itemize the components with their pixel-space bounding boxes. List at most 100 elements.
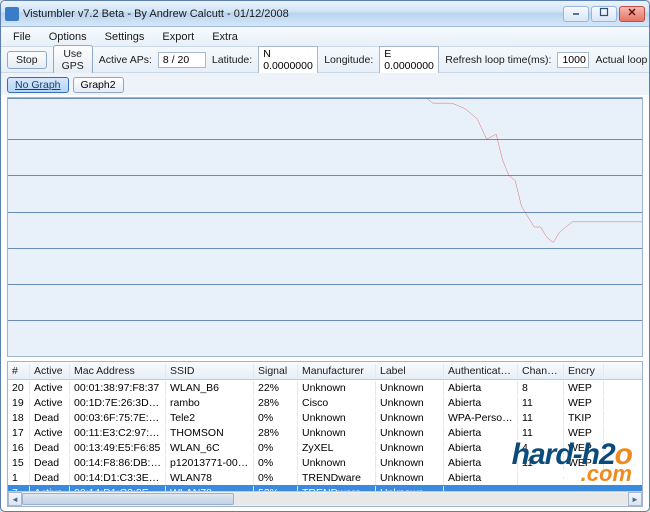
table-row[interactable]: 20Active00:01:38:97:F8:37WLAN_B622%Unkno… [8, 380, 642, 395]
cell: 15 [8, 456, 30, 470]
cell: 00:1D:7E:26:3D:04 [70, 396, 166, 410]
table-row[interactable]: 16Dead00:13:49:E5:F6:85WLAN_6C0%ZyXELUnk… [8, 440, 642, 455]
menu-options[interactable]: Options [41, 29, 95, 45]
cell: Dead [30, 471, 70, 485]
col-ssid[interactable]: SSID [166, 364, 254, 378]
refresh-loop-value[interactable]: 1000 [557, 52, 589, 68]
stop-button[interactable]: Stop [7, 51, 47, 69]
menubar: File Options Settings Export Extra [1, 27, 649, 47]
col-auth[interactable]: Authentication [444, 364, 518, 378]
cell: Dead [30, 456, 70, 470]
cell [518, 477, 564, 479]
cell: WLAN_B6 [166, 381, 254, 395]
cell: Unknown [376, 456, 444, 470]
col-signal[interactable]: Signal [254, 364, 298, 378]
cell: ZyXEL [298, 441, 376, 455]
scroll-thumb[interactable] [22, 493, 234, 505]
cell: Abierta [444, 426, 518, 440]
cell: Dead [30, 411, 70, 425]
cell: Unknown [376, 381, 444, 395]
cell: Abierta [444, 456, 518, 470]
cell: Unknown [376, 411, 444, 425]
cell: Abierta [444, 381, 518, 395]
tab-no-graph[interactable]: No Graph [7, 77, 69, 93]
menu-settings[interactable]: Settings [97, 29, 153, 45]
cell: WPA-Personal [444, 411, 518, 425]
cell: WEP [564, 381, 604, 395]
refresh-loop-label: Refresh loop time(ms): [445, 54, 551, 66]
cell: 00:14:D1:C3:3E:D9 [70, 471, 166, 485]
active-aps-label: Active APs: [99, 54, 152, 66]
table-row[interactable]: 19Active00:1D:7E:26:3D:04rambo28%CiscoUn… [8, 395, 642, 410]
cell: Unknown [376, 471, 444, 485]
cell: Abierta [444, 471, 518, 485]
cell: 11 [518, 411, 564, 425]
cell: Unknown [298, 456, 376, 470]
col-manufacturer[interactable]: Manufacturer [298, 364, 376, 378]
cell: 00:03:6F:75:7E:CC [70, 411, 166, 425]
use-gps-button[interactable]: Use GPS [53, 45, 93, 75]
cell: 8 [518, 381, 564, 395]
cell: Cisco [298, 396, 376, 410]
cell: WLAN_6C [166, 441, 254, 455]
cell: 00:13:49:E5:F6:85 [70, 441, 166, 455]
cell: 22% [254, 381, 298, 395]
cell: Unknown [298, 381, 376, 395]
table-row[interactable]: 1Dead00:14:D1:C3:3E:D9WLAN780%TRENDwareU… [8, 470, 642, 485]
cell: p12013771-0023 [166, 456, 254, 470]
cell: Tele2 [166, 411, 254, 425]
cell: Unknown [376, 396, 444, 410]
cell: 4 [518, 441, 564, 455]
active-aps-value: 8 / 20 [158, 52, 206, 68]
col-active[interactable]: Active [30, 364, 70, 378]
graph-area[interactable] [7, 97, 643, 357]
cell: 18 [8, 411, 30, 425]
longitude-label: Longitude: [324, 54, 373, 66]
col-label[interactable]: Label [376, 364, 444, 378]
table-row[interactable]: 17Active00:11:E3:C2:97:BETHOMSON28%Unkno… [8, 425, 642, 440]
cell: WEP [564, 426, 604, 440]
cell: 00:11:E3:C2:97:BE [70, 426, 166, 440]
horizontal-scrollbar[interactable]: ◄ ► [8, 491, 642, 506]
signal-line-chart [8, 98, 642, 356]
cell: 17 [8, 426, 30, 440]
minimize-button[interactable] [563, 6, 589, 22]
col-encryption[interactable]: Encry [564, 364, 604, 378]
col-number[interactable]: # [8, 364, 30, 378]
cell: Unknown [298, 411, 376, 425]
table-row[interactable]: 15Dead00:14:F8:86:DB:02p12013771-00230%U… [8, 455, 642, 470]
table-body[interactable]: 20Active00:01:38:97:F8:37WLAN_B622%Unkno… [8, 380, 642, 491]
scroll-right-button[interactable]: ► [628, 492, 642, 506]
cell: Abierta [444, 441, 518, 455]
cell: 1 [8, 471, 30, 485]
cell: 00:14:F8:86:DB:02 [70, 456, 166, 470]
cell: 0% [254, 456, 298, 470]
tab-graph2[interactable]: Graph2 [73, 77, 124, 93]
cell: WEP [564, 396, 604, 410]
cell: Unknown [376, 441, 444, 455]
menu-file[interactable]: File [5, 29, 39, 45]
cell [564, 477, 604, 479]
col-mac[interactable]: Mac Address [70, 364, 166, 378]
col-channel[interactable]: Channel [518, 364, 564, 378]
menu-export[interactable]: Export [154, 29, 202, 45]
cell: Active [30, 426, 70, 440]
cell: 0% [254, 441, 298, 455]
longitude-value: E 0.0000000 [379, 46, 439, 74]
cell: 20 [8, 381, 30, 395]
toolbar: Stop Use GPS Active APs: 8 / 20 Latitude… [1, 47, 649, 73]
cell: 0% [254, 471, 298, 485]
cell: WEP [564, 456, 604, 470]
scroll-left-button[interactable]: ◄ [8, 492, 22, 506]
network-table[interactable]: # Active Mac Address SSID Signal Manufac… [7, 361, 643, 507]
maximize-button[interactable] [591, 6, 617, 22]
menu-extra[interactable]: Extra [204, 29, 246, 45]
table-row[interactable]: 18Dead00:03:6F:75:7E:CCTele20%UnknownUnk… [8, 410, 642, 425]
cell: Active [30, 381, 70, 395]
cell: 11 [518, 396, 564, 410]
close-button[interactable] [619, 6, 645, 22]
table-header: # Active Mac Address SSID Signal Manufac… [8, 362, 642, 380]
cell: TRENDware [298, 471, 376, 485]
cell: Abierta [444, 396, 518, 410]
cell: 11 [518, 456, 564, 470]
